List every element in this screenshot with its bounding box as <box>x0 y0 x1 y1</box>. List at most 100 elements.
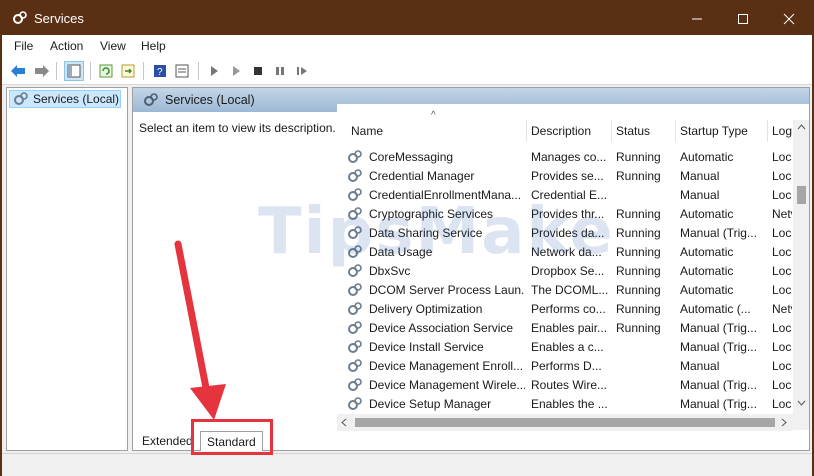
cell-log: Loca <box>772 397 792 411</box>
start-service-alt-button[interactable] <box>226 61 246 81</box>
window-title: Services <box>34 11 84 26</box>
restart-service-button[interactable] <box>292 61 312 81</box>
stop-service-button[interactable] <box>248 61 268 81</box>
menu-help[interactable]: Help <box>141 39 166 53</box>
export-list-button[interactable] <box>118 61 138 81</box>
cell-startup: Manual <box>680 169 720 183</box>
stop-icon <box>254 67 262 75</box>
help-icon: ? <box>154 65 166 78</box>
tab-extended[interactable]: Extended <box>136 431 199 451</box>
cell-log: Loca <box>772 283 792 297</box>
table-row[interactable]: Device Install Service Enables a c... Manu… <box>337 338 793 357</box>
table-row[interactable]: Credential Manager Provides se... Running M… <box>337 167 793 186</box>
table-row[interactable]: Device Management Enroll... Performs D...… <box>337 357 793 376</box>
cell-name: Device Management Wirele... <box>369 378 525 392</box>
table-row[interactable]: Device Association Service Enables pair..… <box>337 319 793 338</box>
cell-name: DCOM Server Process Laun... <box>369 283 525 297</box>
cell-status: Running <box>616 226 661 240</box>
service-gear-icon <box>348 283 362 296</box>
close-button[interactable] <box>766 2 812 35</box>
cell-name: Device Association Service <box>369 321 514 335</box>
column-header-description[interactable]: Description <box>527 120 612 142</box>
menu-file[interactable]: File <box>14 39 33 53</box>
restart-icon <box>297 67 307 75</box>
watermark: TipsMake <box>258 195 615 269</box>
cell-log: Loca <box>772 188 792 202</box>
show-console-tree-button[interactable] <box>64 61 84 81</box>
cell-desc: Routes Wire... <box>531 378 608 392</box>
cell-log: Loca <box>772 321 792 335</box>
service-gear-icon <box>348 340 362 353</box>
tree-item-services-local[interactable]: Services (Local) <box>9 90 121 108</box>
column-header-startup-type[interactable]: Startup Type <box>676 120 768 142</box>
column-header-status[interactable]: Status <box>612 120 676 142</box>
cell-log: Loca <box>772 378 792 392</box>
pane-title: Services (Local) <box>165 93 255 107</box>
cell-status: Running <box>616 264 661 278</box>
minimize-button[interactable] <box>674 2 720 35</box>
cell-startup: Automatic <box>680 245 734 259</box>
cell-name: CoreMessaging <box>369 150 454 164</box>
cell-desc: Performs co... <box>531 302 606 316</box>
properties-button[interactable] <box>172 61 192 81</box>
cell-startup: Manual (Trig... <box>680 321 757 335</box>
toolbar-separator <box>90 62 91 80</box>
cell-log: Loca <box>772 226 792 240</box>
cell-status: Running <box>616 321 661 335</box>
cell-startup: Automatic (... <box>680 302 751 316</box>
gear-icon <box>14 92 28 105</box>
menu-bar: File Action View Help <box>2 35 812 57</box>
back-button[interactable] <box>8 61 28 81</box>
forward-button[interactable] <box>32 61 52 81</box>
chevron-up-icon[interactable] <box>797 124 806 130</box>
maximize-button[interactable] <box>720 2 766 35</box>
cell-startup: Automatic <box>680 207 734 221</box>
gear-icon <box>13 11 27 24</box>
table-row[interactable]: Delivery Optimization Performs co... Runni… <box>337 300 793 319</box>
chevron-down-icon[interactable] <box>797 400 806 406</box>
service-gear-icon <box>348 397 362 410</box>
toolbar-separator <box>143 62 144 80</box>
maximize-icon <box>738 13 748 24</box>
table-row[interactable]: Device Management Wirele... Routes Wire..… <box>337 376 793 395</box>
menu-view[interactable]: View <box>100 39 126 53</box>
cell-startup: Automatic <box>680 150 734 164</box>
table-row[interactable]: DCOM Server Process Laun... The DCOML... R… <box>337 281 793 300</box>
cell-name: Credential Manager <box>369 169 475 183</box>
vertical-scrollbar[interactable] <box>793 120 809 430</box>
cell-status: Running <box>616 150 661 164</box>
toolbar: ? <box>2 57 812 85</box>
cell-startup: Manual (Trig... <box>680 378 757 392</box>
title-bar[interactable]: Services <box>2 2 812 35</box>
chevron-left-icon[interactable] <box>341 418 347 427</box>
service-gear-icon <box>348 302 362 315</box>
refresh-button[interactable] <box>96 61 116 81</box>
play-outline-icon <box>233 66 240 76</box>
pause-service-button[interactable] <box>270 61 290 81</box>
table-row[interactable]: Device Setup Manager Enables the ... Manua… <box>337 395 793 414</box>
annotation-arrow-icon <box>174 240 226 420</box>
horizontal-scrollbar-thumb[interactable] <box>355 418 775 427</box>
vertical-scrollbar-thumb[interactable] <box>797 186 806 204</box>
cell-status: Running <box>616 169 661 183</box>
tree-item-label: Services (Local) <box>33 92 120 106</box>
menu-action[interactable]: Action <box>50 39 83 53</box>
cell-status: Running <box>616 302 661 316</box>
cell-log: Netv <box>772 302 792 316</box>
cell-desc: Provides se... <box>531 169 604 183</box>
cell-startup: Manual <box>680 188 720 202</box>
cell-startup: Manual (Trig... <box>680 340 757 354</box>
start-service-button[interactable] <box>204 61 224 81</box>
properties-icon <box>175 64 189 78</box>
cell-status: Running <box>616 207 661 221</box>
cell-log: Loca <box>772 264 792 278</box>
cell-status: Running <box>616 283 661 297</box>
play-icon <box>211 66 218 76</box>
help-button[interactable]: ? <box>150 61 170 81</box>
column-header-name[interactable]: Name <box>347 120 527 142</box>
chevron-right-icon[interactable] <box>781 418 787 427</box>
cell-status: Running <box>616 245 661 259</box>
table-row[interactable]: CoreMessaging Manages co... Running Automat… <box>337 148 793 167</box>
cell-log: Loca <box>772 245 792 259</box>
cell-log: Netv <box>772 207 792 221</box>
